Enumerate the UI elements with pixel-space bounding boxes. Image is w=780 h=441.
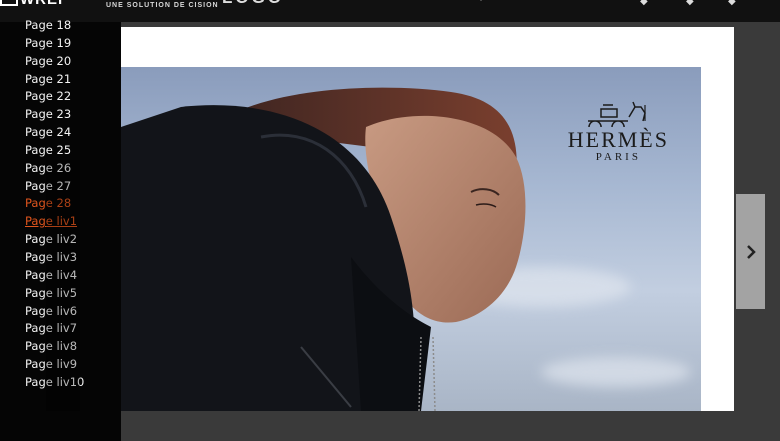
page-link[interactable]: Page 28: [25, 195, 84, 213]
page-list-sidebar: Page 18 Page 19 Page 20 Page 21 Page 22 Page …: [0, 18, 121, 441]
download-icon[interactable]: ◆: [640, 0, 648, 7]
page-link[interactable]: Page 24: [25, 124, 84, 142]
brand-logo: HERMÈS PARIS: [568, 99, 669, 163]
top-bar: WREI UNE SOLUTION DE CISION LOGO ╵ ◆ ◆ ◆: [0, 0, 780, 22]
page-link[interactable]: Page liv9: [25, 356, 84, 374]
page-link[interactable]: Page liv5: [25, 285, 84, 303]
page-link[interactable]: Page 26: [25, 160, 84, 178]
page-link[interactable]: Page 25: [25, 142, 84, 160]
page-link[interactable]: Page 19: [25, 35, 84, 53]
page-link[interactable]: Page liv8: [25, 338, 84, 356]
page-link[interactable]: Page 22: [25, 88, 84, 106]
menu-dot-icon[interactable]: ╵: [478, 0, 484, 7]
next-page-button[interactable]: [736, 194, 765, 309]
share-icon[interactable]: ◆: [686, 0, 694, 7]
page-link[interactable]: Page liv4: [25, 267, 84, 285]
page-link[interactable]: Page 23: [25, 106, 84, 124]
brand-wordmark: HERMÈS: [567, 127, 669, 152]
page-link[interactable]: Page 18: [25, 17, 84, 35]
chevron-right-icon: [746, 244, 756, 259]
brand-mark-icon: [0, 0, 18, 6]
fullscreen-icon[interactable]: ◆: [728, 0, 736, 7]
page-list: Page 18 Page 19 Page 20 Page 21 Page 22 Page …: [25, 17, 84, 392]
advertisement-image: HERMÈS PARIS: [121, 67, 701, 411]
page-link[interactable]: Page liv10: [25, 374, 84, 392]
page-link[interactable]: Page liv3: [25, 249, 84, 267]
publication-logo: LOGO: [222, 0, 284, 8]
page-link[interactable]: Page liv6: [25, 303, 84, 321]
brand-tagline: UNE SOLUTION DE CISION: [106, 2, 219, 9]
carriage-logo-icon: [588, 101, 647, 127]
page-link[interactable]: Page liv7: [25, 320, 84, 338]
page-link[interactable]: Page liv2: [25, 231, 84, 249]
page-link[interactable]: Page 20: [25, 53, 84, 71]
page-link[interactable]: Page 21: [25, 71, 84, 89]
brand-city: PARIS: [595, 151, 641, 163]
brand-name: WREI: [20, 0, 63, 8]
page-link[interactable]: Page 27: [25, 178, 84, 196]
page-link[interactable]: Page liv1: [25, 213, 84, 231]
